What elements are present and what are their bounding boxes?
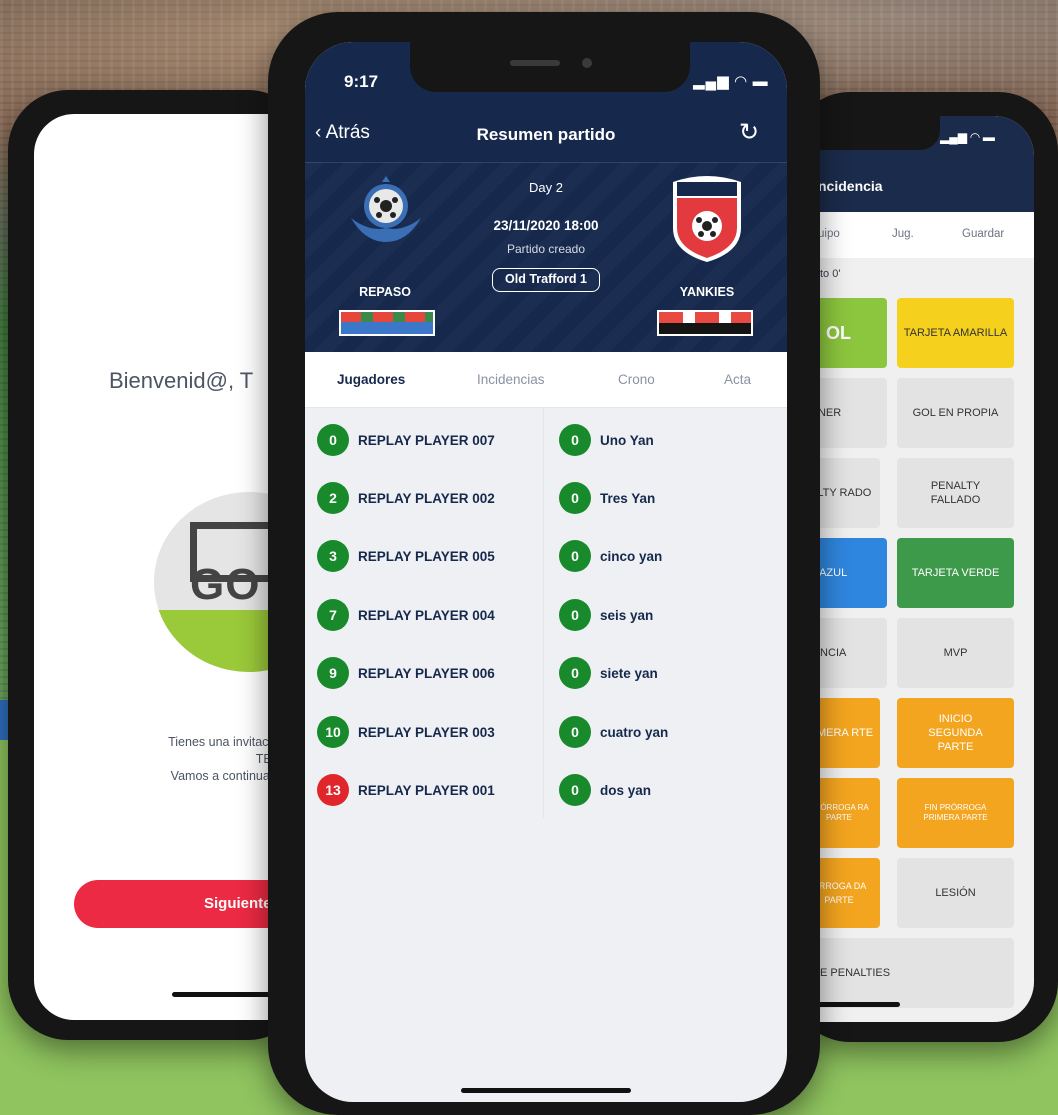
event-fin-prorroga-primera-parte-button[interactable]: FIN PRÓRROGA PRIMERA PARTE xyxy=(897,778,1014,848)
event-lesion-button[interactable]: LESIÓN xyxy=(897,858,1014,928)
player-number-badge: 0 xyxy=(559,540,591,572)
match-summary-screen: 9:17 ▂▄▆ ◠ ▬ ‹ Atrás Resumen partido ↻ D… xyxy=(305,42,787,1102)
player-number-badge: 0 xyxy=(559,482,591,514)
player-name: dos yan xyxy=(600,782,652,798)
signal-icon: ▂▄▆ xyxy=(693,73,730,90)
incident-screen: ▂▄▆ ◠ ▬ ncidencia uipo Jug. Guardar to 0… xyxy=(790,116,1034,1022)
list-item[interactable]: 7 REPLAY PLAYER 004 xyxy=(317,598,495,632)
wifi-icon: ◠ xyxy=(970,130,983,144)
list-item[interactable]: 0 REPLAY PLAYER 007 xyxy=(317,423,495,457)
phone-right: ▂▄▆ ◠ ▬ ncidencia uipo Jug. Guardar to 0… xyxy=(790,92,1058,1042)
battery-icon: ▬ xyxy=(752,73,769,90)
event-tarjeta-amarilla-button[interactable]: TARJETA AMARILLA xyxy=(897,298,1014,368)
player-name: Tres Yan xyxy=(600,490,656,506)
tab-acta[interactable]: Acta xyxy=(724,372,751,387)
status-bar-icons: ▂▄▆ ◠ ▬ xyxy=(940,130,995,144)
camera-dot xyxy=(582,58,592,68)
player-name: REPLAY PLAYER 001 xyxy=(358,782,495,798)
list-item[interactable]: 0 dos yan xyxy=(559,773,651,807)
welcome-screen: Bienvenid@, T M GO Tienes una invitación… xyxy=(34,114,308,1020)
tab-jugador[interactable]: Jug. xyxy=(892,228,914,240)
tab-incidencias[interactable]: Incidencias xyxy=(477,372,545,387)
player-number-badge: 13 xyxy=(317,774,349,806)
away-team-kit xyxy=(657,310,753,336)
event-penalty-fallado-button[interactable]: PENALTY FALLADO xyxy=(897,458,1014,528)
tab-equipo[interactable]: uipo xyxy=(818,228,840,240)
status-bar-icons: ▂▄▆ ◠ ▬ xyxy=(693,72,769,90)
player-name: siete yan xyxy=(600,665,658,681)
home-team-name: REPASO xyxy=(359,285,411,299)
match-tabs: Jugadores Incidencias Crono Acta xyxy=(305,352,787,408)
player-number-badge: 7 xyxy=(317,599,349,631)
home-indicator xyxy=(461,1088,631,1093)
list-item[interactable]: 10 REPLAY PLAYER 003 xyxy=(317,715,495,749)
player-number-badge: 0 xyxy=(559,424,591,456)
player-number-badge: 0 xyxy=(559,599,591,631)
list-item[interactable]: 0 siete yan xyxy=(559,656,658,690)
list-item[interactable]: 3 REPLAY PLAYER 005 xyxy=(317,539,495,573)
player-number-badge: 0 xyxy=(559,774,591,806)
away-players-list: 0 Uno Yan 0 Tres Yan 0 cinco yan 0 seis … xyxy=(543,408,787,818)
player-name: REPLAY PLAYER 007 xyxy=(358,432,495,448)
tab-crono[interactable]: Crono xyxy=(618,372,655,387)
logo-letters-go: GO xyxy=(190,560,261,609)
home-players-list: 0 REPLAY PLAYER 007 2 REPLAY PLAYER 002 … xyxy=(305,408,543,818)
player-name: seis yan xyxy=(600,607,654,623)
list-item[interactable]: 2 REPLAY PLAYER 002 xyxy=(317,481,495,515)
event-penalties-button[interactable]: E PENALTIES xyxy=(790,938,1014,1008)
player-number-badge: 0 xyxy=(559,716,591,748)
list-item[interactable]: 0 Uno Yan xyxy=(559,423,654,457)
event-inicio-segunda-parte-button[interactable]: INICIO SEGUNDA PARTE xyxy=(897,698,1014,768)
player-number-badge: 3 xyxy=(317,540,349,572)
player-number-badge: 2 xyxy=(317,482,349,514)
home-team-kit xyxy=(339,310,435,336)
list-item[interactable]: 9 REPLAY PLAYER 006 xyxy=(317,656,495,690)
list-item[interactable]: 0 Tres Yan xyxy=(559,481,655,515)
player-name: cuatro yan xyxy=(600,724,669,740)
phone-notch xyxy=(410,42,690,92)
incident-minute: to 0' xyxy=(820,268,841,280)
page-title: Resumen partido xyxy=(476,125,616,144)
player-number-badge: 9 xyxy=(317,657,349,689)
match-day: Day 2 xyxy=(529,180,563,195)
list-item[interactable]: 0 cinco yan xyxy=(559,539,662,573)
player-number-badge: 0 xyxy=(317,424,349,456)
player-number-badge: 0 xyxy=(559,657,591,689)
list-item[interactable]: 13 REPLAY PLAYER 001 xyxy=(317,773,495,807)
event-tarjeta-verde-button[interactable]: TARJETA VERDE xyxy=(897,538,1014,608)
signal-icon: ▂▄▆ xyxy=(940,130,967,144)
venue-badge: Old Trafford 1 xyxy=(492,268,600,292)
status-time: 9:17 xyxy=(344,72,379,91)
speaker-slot xyxy=(510,60,560,66)
player-name: REPLAY PLAYER 004 xyxy=(358,607,495,623)
match-state: Partido creado xyxy=(506,242,586,256)
phone-center: 9:17 ▂▄▆ ◠ ▬ ‹ Atrás Resumen partido ↻ D… xyxy=(268,12,820,1115)
player-name: REPLAY PLAYER 005 xyxy=(358,548,495,564)
player-name: Uno Yan xyxy=(600,432,654,448)
list-item[interactable]: 0 cuatro yan xyxy=(559,715,668,749)
incident-title: ncidencia xyxy=(818,178,883,194)
player-name: cinco yan xyxy=(600,548,663,564)
list-item[interactable]: 0 seis yan xyxy=(559,598,653,632)
event-mvp-button[interactable]: MVP xyxy=(897,618,1014,688)
player-name: REPLAY PLAYER 003 xyxy=(358,724,495,740)
header-divider xyxy=(305,162,787,163)
welcome-heading: Bienvenid@, T xyxy=(109,368,254,393)
wifi-icon: ◠ xyxy=(734,73,748,90)
incident-tabs: uipo Jug. Guardar xyxy=(790,212,1034,258)
player-number-badge: 10 xyxy=(317,716,349,748)
away-team-name: YANKIES xyxy=(679,285,735,299)
event-gol-en-propia-button[interactable]: GOL EN PROPIA xyxy=(897,378,1014,448)
tab-jugadores[interactable]: Jugadores xyxy=(337,372,405,387)
match-datetime: 23/11/2020 18:00 xyxy=(493,218,599,233)
player-name: REPLAY PLAYER 006 xyxy=(358,665,495,681)
player-name: REPLAY PLAYER 002 xyxy=(358,490,495,506)
battery-icon: ▬ xyxy=(982,130,995,144)
tab-guardar[interactable]: Guardar xyxy=(962,228,1004,240)
phone-left: Bienvenid@, T M GO Tienes una invitación… xyxy=(8,90,308,1040)
refresh-icon[interactable]: ↻ xyxy=(739,118,759,147)
